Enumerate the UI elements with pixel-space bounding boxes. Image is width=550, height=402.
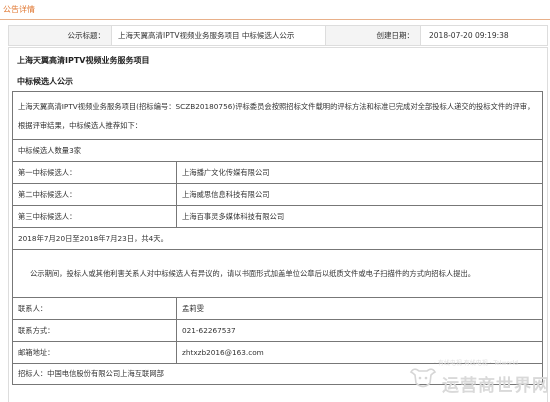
- candidate-2-value: 上海威思信息科技有限公司: [176, 183, 543, 206]
- section-heading: 中标候选人公示: [17, 77, 73, 86]
- publicity-period: 2018年7月20日至2018年7月23日，共4天。: [12, 227, 543, 250]
- candidate-3-value: 上海百事灵多媒体科技有限公司: [176, 205, 543, 228]
- table-row: 公示期间，投标人或其他利害关系人对中标候选人有异议的，请以书面形式加盖单位公章后…: [12, 249, 543, 298]
- watermark-tagline: · 有线电视 有线电视 · Telworld: [434, 360, 518, 367]
- date-value: 2018-07-20 09:19:38: [429, 31, 509, 40]
- title-value: 上海天翼高清IPTV视频业务服务项目 中标候选人公示: [112, 26, 326, 45]
- contact-value: 孟莉雯: [176, 297, 543, 320]
- candidate-3-label: 第三中标候选人：: [12, 205, 177, 228]
- phone-value: 021-62267537: [176, 319, 543, 342]
- phone-label: 联系方式：: [12, 319, 177, 342]
- table-row: 第一中标候选人： 上海播广文化传媒有限公司: [12, 161, 543, 184]
- table-row: 上海天翼高清IPTV视频业务服务项目(招标编号：SCZB20180756)评标委…: [12, 91, 543, 140]
- table-row: 第二中标候选人： 上海威思信息科技有限公司: [12, 183, 543, 206]
- table-row: 第三中标候选人： 上海百事灵多媒体科技有限公司: [12, 205, 543, 228]
- table-row: 联系方式： 021-62267537: [12, 319, 543, 342]
- candidate-2-label: 第二中标候选人：: [12, 183, 177, 206]
- watermark: · 有线电视 有线电视 · Telworld 运营商世界网: [404, 356, 550, 402]
- announcement-body: 上海天翼高清IPTV视频业务服务项目 中标候选人公示 上海天翼高清IPTV视频业…: [8, 47, 548, 402]
- intro-text: 上海天翼高清IPTV视频业务服务项目(招标编号：SCZB20180756)评标委…: [12, 91, 543, 140]
- candidate-1-value: 上海播广文化传媒有限公司: [176, 161, 543, 184]
- bull-logo-icon: [409, 368, 437, 388]
- tab-bar: 公告详情: [0, 0, 550, 20]
- announcement-meta-row: 公示标题： 上海天翼高清IPTV视频业务服务项目 中标候选人公示 创建日期： 2…: [8, 25, 548, 46]
- candidate-1-label: 第一中标候选人：: [12, 161, 177, 184]
- date-label: 创建日期：: [326, 26, 421, 45]
- email-label: 邮箱地址：: [12, 341, 177, 364]
- candidate-table: 上海天翼高清IPTV视频业务服务项目(招标编号：SCZB20180756)评标委…: [12, 91, 543, 385]
- title-label: 公示标题：: [9, 26, 112, 45]
- project-heading: 上海天翼高清IPTV视频业务服务项目: [17, 56, 150, 65]
- watermark-site-name: 运营商世界网: [442, 376, 550, 396]
- contact-label: 联系人：: [12, 297, 177, 320]
- table-row: 中标候选人数量3家: [12, 139, 543, 162]
- tab-announcement-detail[interactable]: 公告详情: [3, 4, 35, 15]
- table-row: 联系人： 孟莉雯: [12, 297, 543, 320]
- candidate-count: 中标候选人数量3家: [12, 139, 543, 162]
- objection-notice: 公示期间，投标人或其他利害关系人对中标候选人有异议的，请以书面形式加盖单位公章后…: [12, 249, 543, 298]
- table-row: 2018年7月20日至2018年7月23日，共4天。: [12, 227, 543, 250]
